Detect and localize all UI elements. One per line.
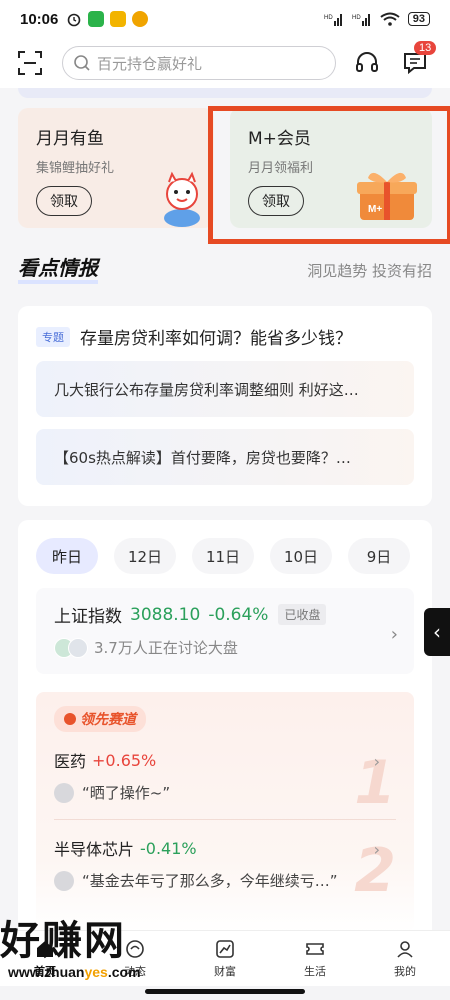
message-button[interactable]: 13 (402, 41, 437, 76)
sector-name: 半导体芯片 (54, 840, 135, 859)
nav-label: 首页 (34, 965, 56, 978)
bottom-nav: 首页 动态 财富 生活 我的 (0, 930, 450, 986)
search-icon (74, 55, 90, 71)
sector-change: -0.41% (140, 838, 197, 858)
app-notification-icon (132, 11, 149, 27)
mascot-illustration (164, 171, 200, 227)
date-tabs: 昨日 12日 11日 10日 9日 (36, 538, 414, 574)
home-indicator[interactable] (145, 989, 305, 994)
svg-text:HD: HD (324, 15, 333, 21)
topic-row[interactable]: 专题 存量房贷利率如何调？能省多少钱？ (36, 324, 414, 349)
leading-sectors-label: 领先赛道 (80, 712, 136, 728)
nav-profile[interactable]: 我的 (360, 931, 450, 986)
search-input[interactable]: 百元持仓赢好礼 (62, 46, 336, 80)
date-tab-11[interactable]: 11日 (192, 538, 254, 574)
feed-icon (126, 940, 144, 958)
chevron-left-icon: ‹ (433, 620, 441, 644)
avatar (54, 782, 74, 803)
status-right-icons: HD HD 93 (324, 12, 430, 26)
search-placeholder: 百元持仓赢好礼 (97, 54, 203, 73)
banner-edge (18, 88, 432, 98)
date-tab-10[interactable]: 10日 (270, 538, 332, 574)
chevron-right-icon: › (390, 624, 398, 645)
signal-icon: HD (324, 14, 342, 26)
index-change: -0.64% (208, 604, 269, 625)
date-tab-yesterday[interactable]: 昨日 (36, 538, 98, 574)
section-subtitle: 洞见趋势 投资有招 (307, 261, 432, 280)
battery-level: 93 (407, 12, 430, 26)
top-nav: 百元持仓赢好礼 13 (0, 38, 450, 88)
nav-wealth[interactable]: 财富 (180, 931, 270, 986)
main-scroll[interactable]: 月月有鱼 集锦鲤抽好礼 领取 M+会员 月月领福利 领取 M+ 看点情报 洞见趋… (0, 88, 450, 930)
sector-change: +0.65% (92, 750, 157, 770)
sector-item[interactable]: 1 › 医药 +0.65% “晒了操作~” (54, 748, 396, 818)
market-card: 昨日 12日 11日 10日 9日 上证指数 3088.10 -0.64% 已收… (18, 520, 432, 930)
scan-icon[interactable] (16, 49, 44, 77)
topic-tag: 专题 (36, 326, 70, 347)
index-value: 3088.10 (130, 604, 201, 625)
status-time: 10:06 (20, 10, 59, 28)
sector-comment: “晒了操作~” (82, 784, 171, 802)
market-status-badge: 已收盘 (278, 604, 327, 625)
date-tab-12[interactable]: 12日 (114, 538, 176, 574)
sector-item[interactable]: 2 › 半导体芯片 -0.41% “基金去年亏了那么多，今年继续亏…” (54, 836, 396, 906)
app-notification-icon (110, 11, 127, 27)
claim-button[interactable]: 领取 (36, 186, 92, 216)
divider (54, 819, 396, 820)
ticket-icon (306, 943, 324, 955)
wifi-icon (380, 12, 400, 26)
nav-home[interactable]: 首页 (0, 931, 90, 986)
nav-label: 动态 (124, 965, 146, 978)
nav-feed[interactable]: 动态 (90, 931, 180, 986)
chevron-right-icon: › (373, 840, 380, 859)
user-icon (397, 941, 413, 958)
highlight-frame (208, 106, 450, 244)
chart-icon (216, 940, 234, 958)
home-icon (37, 941, 53, 957)
message-count-badge: 13 (414, 41, 437, 55)
nav-label: 我的 (394, 965, 416, 978)
news-item[interactable]: 【60s热点解读】首付要降，房贷也要降？… (36, 429, 414, 485)
sector-name: 医药 (54, 752, 87, 771)
fire-icon (64, 713, 76, 725)
index-summary[interactable]: 上证指数 3088.10 -0.64% 已收盘 3.7万人正在讨论大盘 › (36, 588, 414, 674)
avatar (68, 637, 88, 658)
nav-life[interactable]: 生活 (270, 931, 360, 986)
customer-service-icon[interactable] (354, 50, 380, 76)
news-card: 专题 存量房贷利率如何调？能省多少钱？ 几大银行公布存量房贷利率调整细则 利好这… (18, 306, 432, 506)
news-item-text: 【60s热点解读】首付要降，房贷也要降？… (54, 448, 351, 467)
date-tab-9[interactable]: 9日 (348, 538, 410, 574)
leading-sectors-tag: 领先赛道 (54, 706, 146, 732)
sector-comment: “基金去年亏了那么多，今年继续亏…” (82, 872, 338, 890)
avatar-group (54, 637, 88, 658)
news-section-header: 看点情报 洞见趋势 投资有招 (18, 256, 432, 284)
side-drawer-toggle[interactable]: ‹ (424, 608, 450, 656)
avatar (54, 870, 74, 891)
promo-card-koi[interactable]: 月月有鱼 集锦鲤抽好礼 领取 (18, 108, 214, 228)
signal-icon: HD (352, 14, 370, 26)
status-notification-icons (66, 11, 149, 27)
nav-label: 财富 (214, 965, 236, 978)
news-item-text: 几大银行公布存量房贷利率调整细则 利好这… (54, 380, 359, 399)
app-notification-icon (88, 11, 105, 27)
leading-sectors: 领先赛道 1 › 医药 +0.65% “晒了操作~” 2 › 半导体芯片 -0.41… (36, 692, 414, 930)
topic-title: 存量房贷利率如何调？能省多少钱？ (80, 329, 352, 349)
alarm-icon (68, 13, 81, 27)
status-bar: 10:06 HD HD 93 (0, 0, 450, 38)
news-item[interactable]: 几大银行公布存量房贷利率调整细则 利好这… (36, 361, 414, 417)
nav-label: 生活 (304, 965, 326, 978)
discussion-count: 3.7万人正在讨论大盘 (94, 639, 238, 657)
promo-title: 月月有鱼 (36, 129, 104, 149)
chevron-right-icon: › (373, 752, 380, 771)
section-title: 看点情报 (18, 256, 98, 284)
svg-text:HD: HD (352, 15, 361, 21)
index-name: 上证指数 (54, 607, 122, 627)
